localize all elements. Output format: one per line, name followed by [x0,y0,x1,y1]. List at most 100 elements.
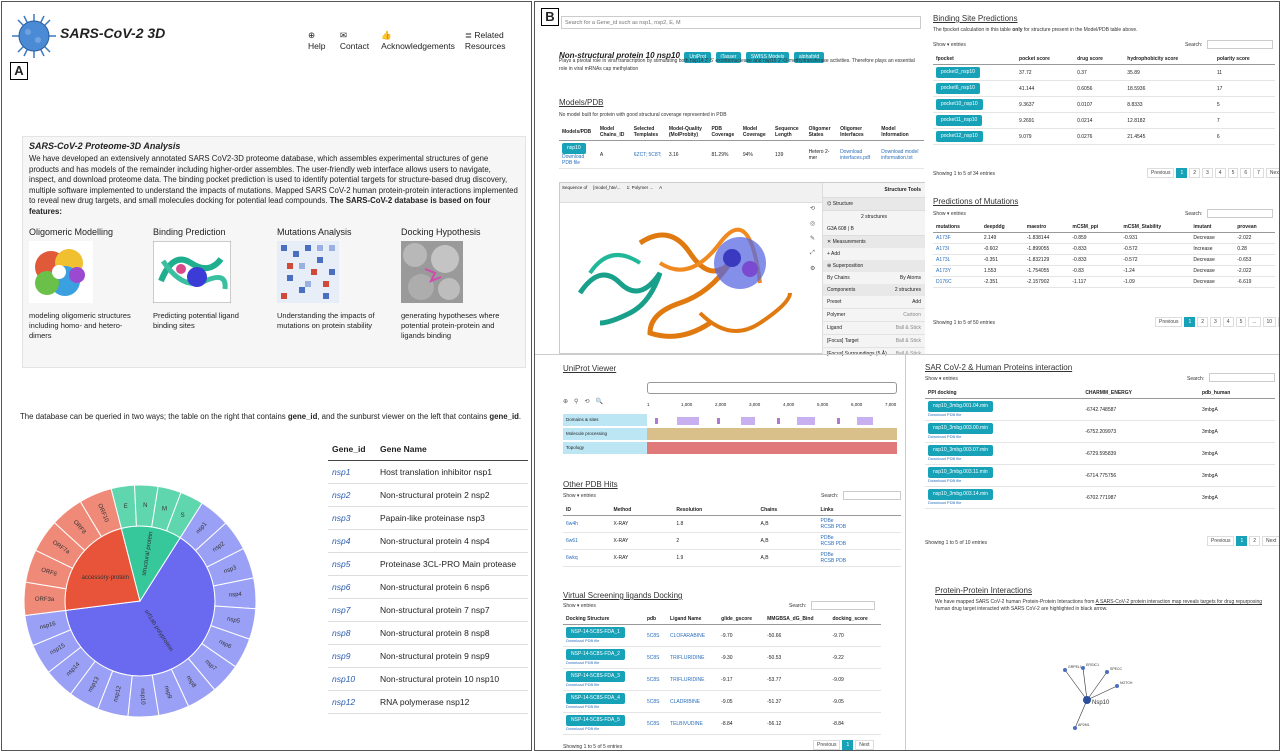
cell-link[interactable]: RCSB PDB [821,541,847,547]
row-action-button[interactable]: pocket10_nsp10 [936,99,983,110]
column-header[interactable]: Links [817,505,901,516]
measurement-add[interactable]: + Add [823,248,925,260]
page-button[interactable]: 1 [842,740,854,750]
app-logo-text[interactable]: SARS-CoV-2 3D [60,25,165,41]
page-button[interactable]: 6 [1240,168,1252,178]
feature-mutations[interactable]: Mutations Analysis Understanding the imp… [277,227,387,341]
column-header[interactable]: pdb_human [1198,388,1275,399]
superposition-section[interactable]: ⊕ Superposition [823,260,925,272]
reset-icon[interactable]: ⟲ [584,398,589,405]
page-button[interactable]: 3 [1202,168,1213,178]
page-button[interactable]: 7 [1253,168,1264,178]
row-action-button[interactable]: nsp10_3mbg.003.07.min [928,445,994,456]
page-button[interactable]: 2 [1197,317,1209,327]
table-row[interactable]: nsp7 Non-structural protein 7 nsp7 [328,599,528,622]
viewer-tab-sequence[interactable]: Sequence of [562,185,587,200]
viewer-tab-polymer[interactable]: 1: Polymer ... [627,185,654,200]
uniprot-track-topology[interactable]: Topology [563,442,897,454]
table-row[interactable]: nsp3 Papain-like proteinase nsp3 [328,507,528,530]
table-row[interactable]: nsp1 Host translation inhibitor nsp1 [328,461,528,484]
page-button[interactable]: Previous [1155,317,1183,327]
nav-contact[interactable]: ✉ Contact [340,30,371,51]
component-add-button[interactable]: Add [912,299,921,305]
structure-viewer[interactable]: Sequence of [model_hte/... 1: Polymer ..… [559,182,925,357]
uniprot-track-processing[interactable]: Molecule processing [563,428,897,440]
cell-text[interactable]: D176C [936,279,952,285]
column-header[interactable]: Method [610,505,674,516]
column-header[interactable]: polarity score [1213,54,1275,65]
uniprot-viewer[interactable]: 1 1,000 2,000 3,000 4,000 5,000 6,000 7,000 ⊕ ⚲ ⟲… [559,378,899,464]
column-header[interactable]: Model-Quality (MolProbity) [665,124,709,141]
column-header[interactable]: Oligomer States [805,124,838,141]
cell-text[interactable]: TRIFLURIDINE [670,655,704,661]
column-header[interactable]: Models/PDB [559,124,597,141]
column-header[interactable]: imutant [1190,222,1235,233]
gene-id-cell[interactable]: nsp6 [328,576,376,599]
gene-id-cell[interactable]: nsp1 [328,461,376,484]
download-link[interactable]: Download PDB file [566,704,599,709]
feature-oligomeric[interactable]: Oligomeric Modelling modeling oligomeric… [29,227,139,341]
table-row[interactable]: nsp6 Non-structural protein 6 nsp6 [328,576,528,599]
feature-binding[interactable]: Binding Prediction Predicting potential … [152,227,263,341]
gene-id-cell[interactable]: nsp3 [328,507,376,530]
row-action-button[interactable]: nsp10_3mbg.001.04.min [928,401,994,412]
column-header[interactable]: docking_score [829,614,881,625]
viewer-tab-model[interactable]: [model_hte/... [593,185,620,200]
gene-id-cell[interactable]: nsp5 [328,553,376,576]
row-action-button[interactable]: NSP-14-5C8S-FDA_3 [566,671,625,682]
column-header[interactable]: Oligomer Interfaces [837,124,879,141]
cell-text[interactable]: A173I [936,246,949,252]
docking-search-input[interactable] [811,601,875,610]
model-info-link[interactable]: Download model information.txt [878,140,924,169]
page-button[interactable]: Previous [1147,168,1175,178]
table-row[interactable]: nsp4 Non-structural protein 4 nsp4 [328,530,528,553]
column-header[interactable]: Docking Structure [563,614,644,625]
column-header[interactable]: Sequence Length [772,124,806,141]
download-link[interactable]: Download PDB file [566,660,599,665]
table-row[interactable]: nsp8 Non-structural protein 8 nsp8 [328,622,528,645]
ppi-dock-search-input[interactable] [1209,373,1275,382]
selection-field[interactable]: G3A 608 | B [823,223,925,236]
page-button[interactable]: 10 [1262,317,1277,327]
column-header[interactable]: PPI docking [925,388,1083,399]
viewer-tab-chain[interactable]: A [659,185,662,200]
cell-text[interactable]: 6w61 [566,538,578,544]
column-header[interactable]: glide_gscore [718,614,765,625]
reset-camera-icon[interactable]: ⟲ [810,205,815,212]
gene-id-cell[interactable]: nsp10 [328,668,376,691]
ppi-node[interactable] [1115,684,1119,688]
column-header[interactable]: Selected Templates [630,124,666,141]
row-action-button[interactable]: nsp10_3mbg.003.14.min [928,489,994,500]
ppi-dock-length-control[interactable]: Show ▾ entries [925,376,958,382]
page-button[interactable]: Next [1262,536,1279,546]
model-download-link[interactable]: Download PDB file [562,154,584,166]
model-templates-link[interactable]: 6ZCT; 5C8T; [630,140,666,169]
column-header[interactable]: provean [1234,222,1275,233]
column-header[interactable]: Resolution [673,505,758,516]
gene-name-header[interactable]: Gene Name [376,438,528,461]
protein-3d-render[interactable] [560,203,822,353]
column-header[interactable]: drug score [1074,54,1125,65]
column-header[interactable]: fpocket [933,54,1017,65]
mutations-length-control[interactable]: Show ▾ entries [933,211,966,217]
by-atoms-button[interactable]: By Atoms [900,275,921,281]
by-chains-button[interactable]: By Chains [827,275,850,281]
uniprot-overview-bar[interactable] [647,382,897,394]
pdbhits-search-input[interactable] [843,491,901,500]
gene-search-input[interactable] [561,16,921,29]
page-button[interactable]: 2 [1249,536,1261,546]
download-link[interactable]: Download PDB file [928,412,961,417]
cell-text[interactable]: CLOFARABINE [670,633,705,639]
cell-text[interactable]: 5C8S [647,633,660,639]
download-link[interactable]: Download PDB file [928,434,961,439]
cell-link[interactable]: RCSB PDB [821,524,847,530]
gene-id-cell[interactable]: nsp2 [328,484,376,507]
column-header[interactable]: Ligand Name [667,614,719,625]
cell-text[interactable]: 5C8S [647,721,660,727]
cell-text[interactable]: 5C8S [647,677,660,683]
column-header[interactable]: PDB Coverage [708,124,740,141]
pin-icon[interactable]: ⚲ [574,398,578,405]
row-action-button[interactable]: pocket12_nsp10 [936,131,983,142]
ppi-node[interactable] [1063,668,1067,672]
cell-text[interactable]: A173L [936,257,950,263]
